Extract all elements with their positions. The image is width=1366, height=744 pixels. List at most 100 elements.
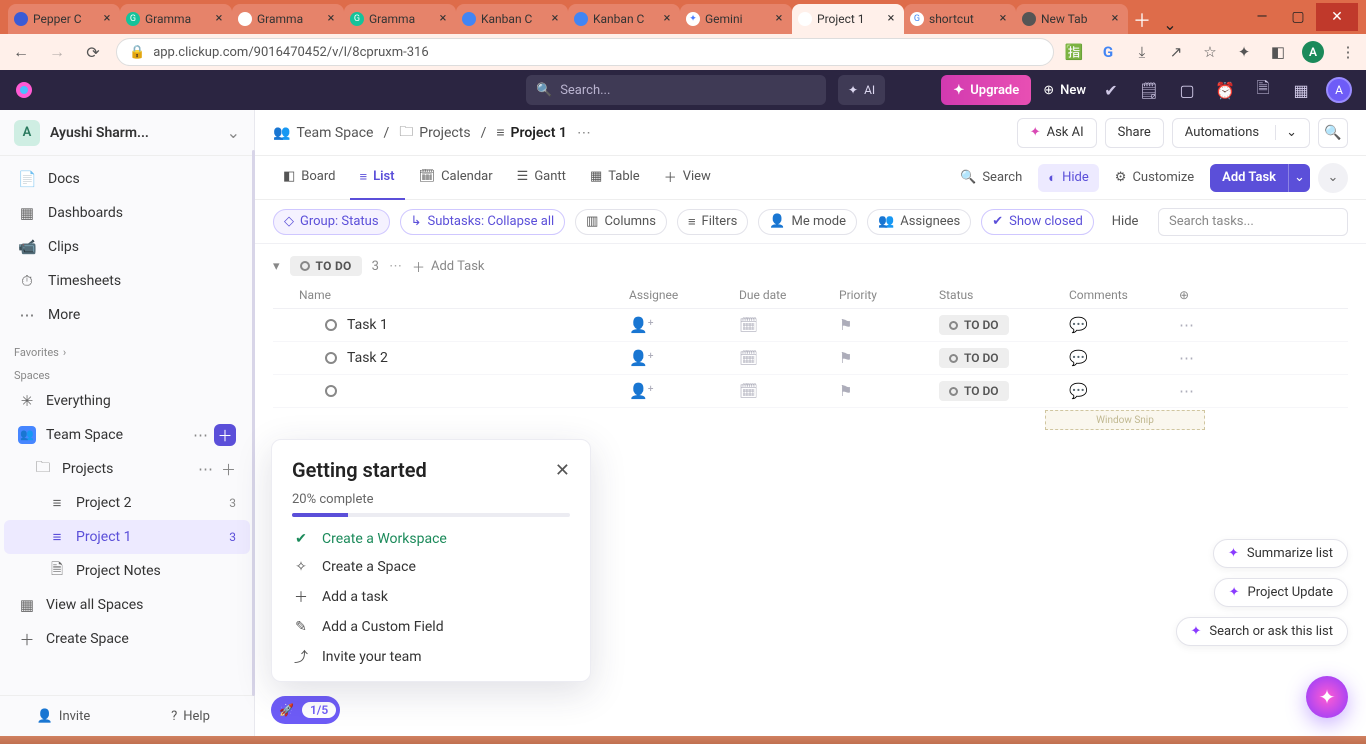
add-column-button[interactable]: ⊕ — [1179, 288, 1219, 302]
view-tab-table[interactable]: ▦Table — [580, 156, 650, 200]
apps-grid-icon[interactable]: ▦ — [1288, 77, 1314, 103]
help-button[interactable]: ?Help — [127, 696, 254, 736]
window-minimize[interactable]: — — [1244, 3, 1280, 31]
breadcrumb-team-space[interactable]: 👥Team Space — [273, 125, 373, 141]
search-view-button[interactable]: 🔍 — [1318, 118, 1348, 148]
flag-icon[interactable]: ⚑ — [839, 382, 852, 400]
clickup-logo-icon[interactable] — [14, 80, 34, 100]
close-icon[interactable]: × — [100, 12, 114, 26]
onboarding-step[interactable]: ＋Add a task — [292, 587, 570, 607]
tab-overflow-button[interactable]: ⌄ — [1156, 15, 1184, 34]
col-name-header[interactable]: Name — [299, 288, 629, 302]
clipboard-icon[interactable]: 🗒 — [1136, 77, 1162, 103]
onboarding-step[interactable]: ✎Add a Custom Field — [292, 619, 570, 635]
flag-icon[interactable]: ⚑ — [839, 349, 852, 367]
doc-icon[interactable]: 🗎 — [1250, 77, 1276, 103]
col-comments-header[interactable]: Comments — [1069, 288, 1179, 302]
filters-chip[interactable]: ≡Filters — [677, 209, 748, 235]
browser-tab[interactable]: Kanban C× — [456, 4, 568, 34]
status-dot-icon[interactable] — [325, 352, 337, 364]
browser-tab[interactable]: Gramma× — [232, 4, 344, 34]
breadcrumb-project[interactable]: ≡Project 1 — [496, 124, 567, 141]
row-more-icon[interactable]: ⋯ — [1179, 349, 1194, 367]
status-cell[interactable]: TO DO — [939, 381, 1009, 401]
browser-tab[interactable]: New Tab× — [1016, 4, 1128, 34]
date-icon[interactable]: 🗓 — [739, 349, 758, 367]
view-tab-gantt[interactable]: ☰Gantt — [507, 156, 576, 200]
sidebar-item-more[interactable]: ⋯More — [4, 298, 250, 332]
date-icon[interactable]: 🗓 — [739, 382, 758, 400]
row-more-icon[interactable]: ⋯ — [1179, 316, 1194, 334]
me-mode-chip[interactable]: 👤Me mode — [758, 209, 857, 235]
search-tasks-input[interactable]: Search tasks... — [1158, 208, 1348, 236]
summarize-list-button[interactable]: ✦Summarize list — [1213, 539, 1348, 568]
sidebar-item-timesheets[interactable]: ⏱Timesheets — [4, 264, 250, 298]
onboarding-step[interactable]: ✧Create a Space — [292, 559, 570, 575]
sidebar-item-dashboards[interactable]: ▦Dashboards — [4, 196, 250, 230]
group-status-pill[interactable]: TO DO — [290, 256, 362, 276]
close-icon[interactable]: × — [548, 12, 562, 26]
hide-filters-button[interactable]: Hide — [1104, 207, 1147, 237]
col-due-header[interactable]: Due date — [739, 288, 839, 302]
status-dot-icon[interactable] — [325, 319, 337, 331]
extensions-icon[interactable]: ✦ — [1234, 42, 1254, 62]
view-tab-board[interactable]: ◧Board — [273, 156, 346, 200]
sidebar-item-team-space[interactable]: 👥Team Space ⋯ ＋ — [4, 418, 250, 452]
new-tab-button[interactable]: ＋ — [1128, 6, 1156, 34]
bookmark-icon[interactable]: ☆ — [1200, 42, 1220, 62]
show-closed-chip[interactable]: ✔Show closed — [981, 209, 1094, 235]
sidebar-item-docs[interactable]: 📄Docs — [4, 162, 250, 196]
sidebar-item-project1[interactable]: ≡Project 1 3 — [4, 520, 250, 554]
plus-icon[interactable]: ＋ — [221, 459, 236, 480]
window-close[interactable]: ✕ — [1316, 3, 1358, 31]
browser-menu-icon[interactable]: ⋮ — [1338, 42, 1358, 62]
translate-icon[interactable]: 🈯 — [1064, 42, 1084, 62]
comment-icon[interactable]: 💬 — [1069, 349, 1088, 367]
breadcrumb-projects[interactable]: 🗀Projects — [399, 121, 470, 145]
automations-button[interactable]: Automations⌄ — [1172, 118, 1310, 148]
close-icon[interactable]: × — [212, 12, 226, 26]
onboarding-progress-pill[interactable]: 🚀 1/5 — [271, 696, 340, 724]
browser-tab[interactable]: Project 1× — [792, 4, 904, 34]
check-circle-icon[interactable]: ✔ — [1098, 77, 1124, 103]
assignees-chip[interactable]: 👥Assignees — [867, 209, 971, 235]
favorites-header[interactable]: Favorites › — [0, 338, 254, 361]
hide-button[interactable]: ◐Hide — [1038, 164, 1099, 192]
status-cell[interactable]: TO DO — [939, 315, 1009, 335]
sidebar-item-everything[interactable]: ✳Everything — [4, 384, 250, 418]
browser-profile[interactable]: A — [1302, 41, 1324, 63]
col-status-header[interactable]: Status — [939, 288, 1069, 302]
col-priority-header[interactable]: Priority — [839, 288, 939, 302]
close-icon[interactable]: × — [772, 12, 786, 26]
app-profile-avatar[interactable]: A — [1326, 77, 1352, 103]
view-tab-calendar[interactable]: 🗓Calendar — [409, 156, 503, 200]
add-view-button[interactable]: ＋View — [654, 156, 721, 200]
comment-icon[interactable]: 💬 — [1069, 382, 1088, 400]
close-icon[interactable]: × — [324, 12, 338, 26]
view-more-button[interactable]: ⌄ — [1318, 163, 1348, 193]
subtasks-chip[interactable]: ↳Subtasks: Collapse all — [400, 209, 566, 235]
share-icon[interactable]: ↗ — [1166, 42, 1186, 62]
browser-tab[interactable]: GGramma× — [120, 4, 232, 34]
browser-tab[interactable]: Kanban C× — [568, 4, 680, 34]
project-update-button[interactable]: ✦Project Update — [1214, 578, 1348, 607]
view-tab-list[interactable]: ≡List — [350, 156, 405, 200]
browser-tab[interactable]: ✦Gemini× — [680, 4, 792, 34]
sidebar-item-project-notes[interactable]: 🗎Project Notes — [4, 554, 250, 588]
ai-fab-button[interactable]: ✦ — [1306, 676, 1348, 718]
close-icon[interactable]: ✕ — [555, 460, 570, 481]
nav-forward[interactable]: → — [44, 39, 70, 65]
nav-back[interactable]: ← — [8, 39, 34, 65]
video-icon[interactable]: ▢ — [1174, 77, 1200, 103]
task-row[interactable]: 👤⁺ 🗓 ⚑ TO DO 💬 ⋯ — [273, 375, 1348, 408]
assign-icon[interactable]: 👤⁺ — [629, 316, 654, 334]
ai-button[interactable]: ✦ AI — [838, 75, 885, 105]
global-search-input[interactable]: 🔍 Search... — [526, 75, 826, 105]
onboarding-step[interactable]: ⤴Invite your team — [292, 647, 570, 667]
group-add-task-button[interactable]: ＋Add Task — [412, 257, 485, 276]
invite-button[interactable]: 👤Invite — [0, 696, 127, 736]
sidebar-item-view-all-spaces[interactable]: ▦View all Spaces — [4, 588, 250, 622]
browser-tab[interactable]: Pepper C× — [8, 4, 120, 34]
customize-button[interactable]: ⚙Customize — [1107, 163, 1202, 193]
ask-ai-button[interactable]: ✦Ask AI — [1017, 118, 1097, 148]
